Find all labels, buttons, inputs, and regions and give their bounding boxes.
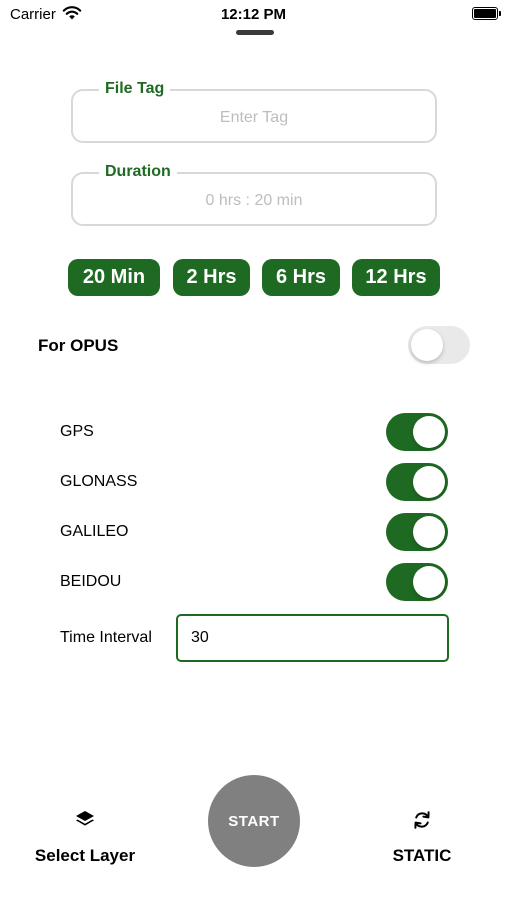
preset-6-hrs-button[interactable]: 6 Hrs bbox=[262, 259, 340, 296]
toggle-knob bbox=[413, 516, 445, 548]
preset-2-hrs-button[interactable]: 2 Hrs bbox=[173, 259, 250, 296]
battery-icon bbox=[472, 7, 501, 20]
toggle-knob bbox=[411, 329, 443, 361]
preset-12-hrs-button[interactable]: 12 Hrs bbox=[352, 259, 440, 296]
preset-20-min-button[interactable]: 20 Min bbox=[68, 259, 160, 296]
galileo-toggle[interactable] bbox=[386, 513, 448, 551]
file-tag-field[interactable]: File Tag bbox=[71, 79, 437, 143]
select-layer-button[interactable]: Select Layer bbox=[15, 808, 155, 868]
toggle-knob bbox=[413, 566, 445, 598]
select-layer-label: Select Layer bbox=[34, 846, 136, 865]
gps-label: GPS bbox=[60, 423, 94, 440]
glonass-label: GLONASS bbox=[60, 473, 138, 490]
toggle-knob bbox=[413, 416, 445, 448]
opus-toggle[interactable] bbox=[408, 326, 470, 364]
status-time: 12:12 PM bbox=[220, 6, 287, 23]
start-button[interactable]: START bbox=[208, 775, 300, 867]
file-tag-input[interactable] bbox=[73, 91, 435, 141]
static-mode-label: STATIC bbox=[392, 846, 452, 865]
refresh-icon bbox=[414, 811, 430, 829]
galileo-label: GALILEO bbox=[60, 523, 129, 540]
layers-icon bbox=[76, 811, 94, 826]
static-mode-button[interactable]: STATIC bbox=[352, 808, 492, 868]
status-bar: Carrier 12:12 PM bbox=[0, 0, 507, 28]
time-interval-label: Time Interval bbox=[60, 629, 152, 646]
beidou-label: BEIDOU bbox=[60, 573, 122, 590]
duration-input[interactable] bbox=[73, 174, 435, 224]
beidou-toggle[interactable] bbox=[386, 563, 448, 601]
gps-toggle[interactable] bbox=[386, 413, 448, 451]
opus-label: For OPUS bbox=[38, 336, 119, 355]
duration-field[interactable]: Duration bbox=[71, 162, 437, 226]
sheet-grabber[interactable] bbox=[236, 30, 274, 35]
time-interval-input[interactable] bbox=[176, 614, 449, 662]
toggle-knob bbox=[413, 466, 445, 498]
glonass-toggle[interactable] bbox=[386, 463, 448, 501]
